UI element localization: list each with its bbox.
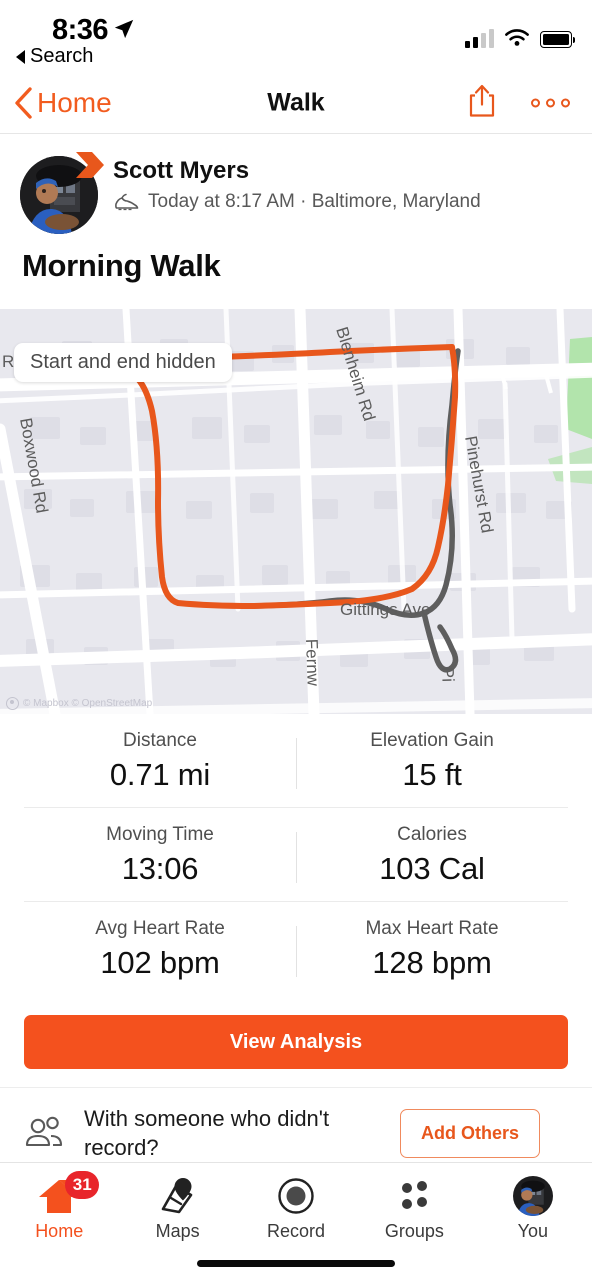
stats-grid: Distance 0.71 mi Elevation Gain 15 ft Mo… xyxy=(0,714,592,1001)
stat-moving-time: Moving Time 13:06 xyxy=(24,808,296,901)
stats-row: Distance 0.71 mi Elevation Gain 15 ft xyxy=(24,714,568,808)
tab-label: Groups xyxy=(384,1221,444,1241)
stat-label: Moving Time xyxy=(106,824,214,845)
record-icon xyxy=(278,1178,314,1214)
maps-icon xyxy=(161,1178,192,1214)
home-indicator xyxy=(197,1260,395,1267)
stat-elevation-gain: Elevation Gain 15 ft xyxy=(296,714,568,807)
navigation-bar: Home Walk xyxy=(0,72,592,134)
stat-label: Max Heart Rate xyxy=(365,918,499,939)
shoe-icon xyxy=(115,193,139,211)
tab-icon-wrap xyxy=(474,1175,592,1217)
stat-label: Elevation Gain xyxy=(370,730,494,751)
stat-value: 0.71 mi xyxy=(109,757,211,792)
status-bar-indicators xyxy=(465,28,575,48)
location-arrow-icon xyxy=(114,19,134,39)
tab-icon-wrap xyxy=(237,1175,355,1217)
map-attribution-text: © Mapbox © OpenStreetMap xyxy=(23,698,153,709)
more-dot-3-icon xyxy=(561,98,570,107)
view-analysis-button[interactable]: View Analysis xyxy=(24,1015,568,1069)
more-dot-2-icon xyxy=(546,98,555,107)
stat-calories: Calories 103 Cal xyxy=(296,808,568,901)
stats-row: Avg Heart Rate 102 bpm Max Heart Rate 12… xyxy=(24,902,568,995)
back-button-label: Home xyxy=(37,86,112,118)
back-button[interactable]: Home xyxy=(12,86,112,120)
tab-bar: 31 Home Maps Record Groups You xyxy=(0,1162,592,1280)
athlete-header: Scott Myers Today at 8:17 AM · Baltimore… xyxy=(0,134,592,244)
more-options-button[interactable] xyxy=(531,98,570,107)
stat-avg-heart-rate: Avg Heart Rate 102 bpm xyxy=(24,902,296,995)
stat-label: Calories xyxy=(397,824,467,845)
home-badge: 31 xyxy=(65,1171,100,1199)
mapbox-logo-icon xyxy=(6,697,19,710)
tab-home[interactable]: 31 Home xyxy=(0,1171,118,1242)
stat-value: 15 ft xyxy=(402,757,462,792)
profile-avatar-icon xyxy=(512,1176,553,1216)
athlete-name[interactable]: Scott Myers xyxy=(113,157,249,185)
tab-icon-wrap xyxy=(355,1175,473,1217)
tab-record[interactable]: Record xyxy=(237,1175,355,1242)
map-attribution: © Mapbox © OpenStreetMap xyxy=(6,697,152,710)
battery-icon xyxy=(540,31,575,48)
activity-meta-text: Today at 8:17 AM · Baltimore, Maryland xyxy=(148,191,481,212)
tab-icon-wrap: 31 xyxy=(0,1171,118,1217)
street-label-gittings: Gittings Ave xyxy=(340,600,430,619)
activity-map[interactable]: Rd Boxwood Rd Blenheim Rd Pinehurst Rd G… xyxy=(0,309,592,714)
street-label-fernwood: Fernw xyxy=(302,638,323,687)
tab-label: You xyxy=(517,1221,549,1241)
tab-label: Maps xyxy=(155,1221,200,1241)
share-icon xyxy=(469,84,495,117)
status-bar-time: 8:36 xyxy=(52,14,109,46)
back-to-search-label: Search xyxy=(30,45,94,67)
status-bar: 8:36 Search xyxy=(0,0,592,72)
back-triangle-icon xyxy=(16,49,25,64)
stat-distance: Distance 0.71 mi xyxy=(24,714,296,807)
chevron-badge-icon xyxy=(76,152,104,178)
stat-value: 128 bpm xyxy=(372,945,492,980)
stat-label: Distance xyxy=(123,730,197,751)
stat-label: Avg Heart Rate xyxy=(95,918,225,939)
cellular-signal-icon xyxy=(465,28,494,48)
people-icon xyxy=(25,1116,63,1147)
share-button[interactable] xyxy=(467,82,497,123)
add-others-button[interactable]: Add Others xyxy=(400,1108,541,1158)
wifi-icon xyxy=(505,29,529,46)
tab-label: Home xyxy=(35,1221,84,1241)
stat-value: 102 bpm xyxy=(100,945,220,980)
stat-value: 103 Cal xyxy=(379,851,485,886)
chevron-left-icon xyxy=(15,86,32,119)
tab-label: Record xyxy=(267,1221,326,1241)
add-others-prompt: With someone who didn't record? xyxy=(84,1105,330,1160)
privacy-zone-pill: Start and end hidden xyxy=(14,343,232,382)
more-dot-1-icon xyxy=(531,98,540,107)
activity-title: Morning Walk xyxy=(22,248,221,283)
tab-maps[interactable]: Maps xyxy=(118,1175,236,1242)
avatar-container[interactable] xyxy=(20,150,104,234)
back-to-search-link[interactable]: Search xyxy=(16,45,93,68)
stat-max-heart-rate: Max Heart Rate 128 bpm xyxy=(296,902,568,995)
street-label-pi: Pi xyxy=(438,666,458,682)
tab-you[interactable]: You xyxy=(474,1175,592,1242)
tab-icon-wrap xyxy=(118,1175,236,1217)
groups-icon xyxy=(402,1181,428,1209)
tab-groups[interactable]: Groups xyxy=(355,1175,473,1242)
stats-row: Moving Time 13:06 Calories 103 Cal xyxy=(24,808,568,902)
page-title: Walk xyxy=(267,88,325,116)
activity-meta: Today at 8:17 AM · Baltimore, Maryland xyxy=(113,191,481,213)
stat-value: 13:06 xyxy=(121,851,199,886)
activity-detail-screen: 8:36 Search Home Walk Scott Myers Today … xyxy=(0,0,592,1280)
